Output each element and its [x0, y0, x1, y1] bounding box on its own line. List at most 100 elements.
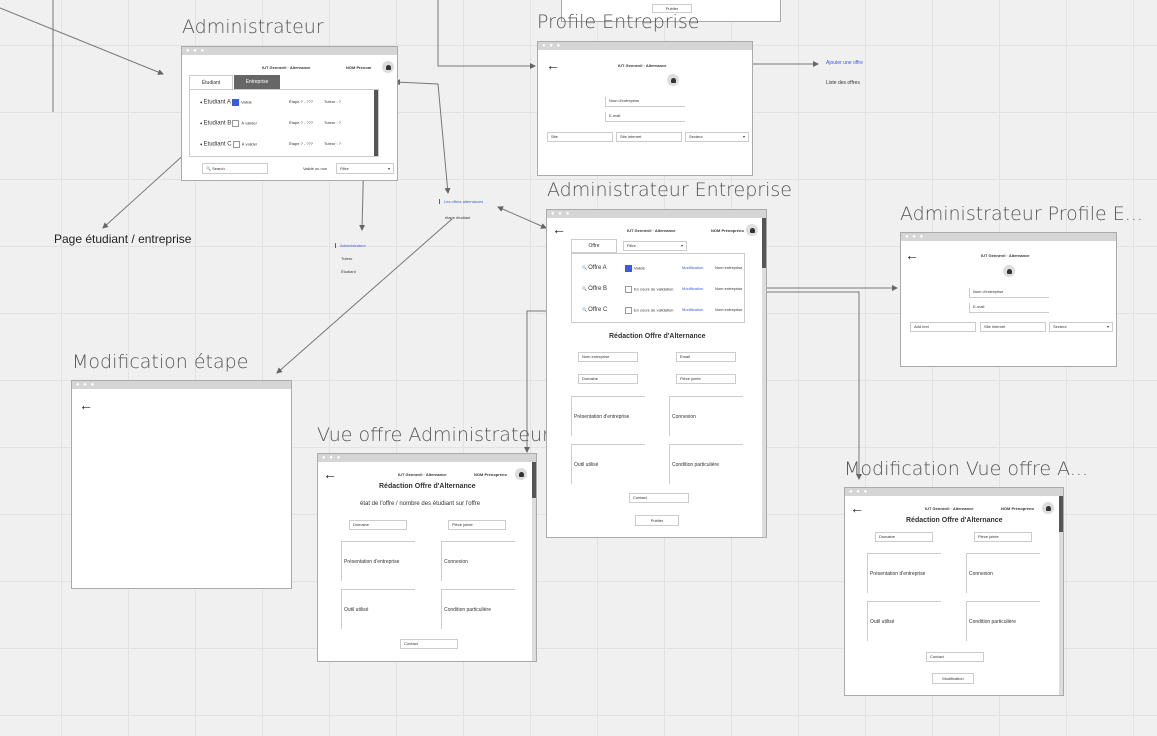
menu-etudiant[interactable]: Étudiant [341, 269, 356, 274]
avatar-icon[interactable] [382, 61, 394, 73]
site-internet-field[interactable]: Site internet [980, 322, 1046, 332]
presentation-entreprise-box[interactable]: Présentation d'entreprise [571, 396, 645, 436]
modification-link[interactable]: Modification [682, 265, 703, 270]
connexion-box[interactable]: Connexion [966, 553, 1040, 593]
back-arrow-icon[interactable]: ← [79, 398, 93, 412]
publier-button[interactable]: Publier [635, 515, 679, 526]
email-field[interactable]: E-mail [605, 112, 685, 122]
checkbox[interactable] [232, 141, 240, 148]
back-arrow-icon[interactable]: ← [323, 467, 337, 481]
scrollbar-thumb[interactable] [1059, 496, 1063, 532]
menu-administrateur[interactable]: Administrateur [335, 243, 366, 248]
student-name: Etudiant B [203, 120, 232, 127]
modification-button[interactable]: Modification [932, 673, 974, 684]
menu-tuteur[interactable]: Tuteur [341, 256, 352, 261]
filtre-select[interactable]: Filtre ▾ [623, 241, 687, 251]
title-administrateur-entreprise: Administrateur Entreprise [547, 179, 792, 201]
outil-utilise-box[interactable]: Outil utilisé [867, 601, 941, 641]
site-field[interactable]: Site [547, 132, 613, 142]
checkbox[interactable] [625, 265, 632, 272]
checkbox[interactable] [625, 307, 632, 314]
avatar-icon[interactable] [1042, 502, 1054, 514]
avatar-icon[interactable] [1003, 265, 1015, 277]
student-status: Validé [241, 99, 252, 105]
piece-jointe-field[interactable]: Pièce jointe [448, 520, 506, 530]
avatar-icon[interactable] [667, 74, 679, 86]
offer-row-a[interactable]: 🔍 Offre A Validé Modification Nom entrep… [582, 265, 752, 272]
scrollbar-thumb[interactable] [762, 218, 766, 268]
student-row-c[interactable]: ● Etudiant C À valider Étape ? - ??? Tut… [200, 141, 341, 148]
avatar-icon[interactable] [746, 224, 758, 236]
nom-entreprise-field[interactable]: Nom d'entreprise [605, 97, 685, 107]
ajouter-offre-link[interactable]: Ajouter une offre [826, 60, 863, 66]
domaine-field[interactable]: Domaine [578, 374, 638, 384]
student-name: Etudiant C [203, 141, 232, 148]
domaine-field[interactable]: Domaine [875, 532, 933, 542]
student-row-a[interactable]: ● Etudiant A Validé Étape ? - ??? Tuteur… [200, 99, 341, 106]
secteur-select[interactable]: Secteur ▾ [1049, 322, 1113, 332]
modification-etape-frame: ● ● ● ← [71, 380, 292, 589]
presentation-entreprise-box[interactable]: Présentation d'entreprise [341, 541, 415, 581]
list-scrollbar[interactable] [374, 90, 378, 156]
back-arrow-icon[interactable]: ← [905, 248, 919, 262]
outil-utilise-box[interactable]: Outil utilisé [571, 444, 645, 484]
email-field[interactable]: Email [676, 352, 736, 362]
condition-particuliere-box[interactable]: Condition particulière [669, 444, 743, 484]
add-text-field[interactable]: Add text [910, 322, 976, 332]
condition-particuliere-box[interactable]: Condition particulière [966, 601, 1040, 641]
student-name: Etudiant A [203, 99, 231, 106]
nom-entreprise-field[interactable]: Nom d'entreprise [969, 288, 1049, 298]
site-internet-field[interactable]: Site internet [616, 132, 682, 142]
back-arrow-icon[interactable]: ← [546, 58, 560, 72]
user-name: NOM Prénopréno [474, 472, 507, 477]
tab-offre[interactable]: Offre [571, 239, 617, 253]
page-etudiant-label: Page étudiant / entreprise [54, 232, 192, 246]
checkbox[interactable] [232, 99, 240, 106]
student-tuteur: Tuteur : ? [324, 120, 341, 125]
filtre-select[interactable]: Filtre ▾ [336, 163, 394, 174]
brand-label: IUT Gennevil · Alternance [262, 65, 311, 70]
contact-field[interactable]: Contact [629, 493, 689, 503]
tab-entreprise[interactable]: Entreprise [234, 75, 280, 89]
tab-etudiant[interactable]: Étudiant [189, 75, 233, 89]
presentation-entreprise-box[interactable]: Présentation d'entreprise [867, 553, 941, 593]
filtre-label: Filtre [340, 166, 349, 171]
student-tuteur: Tuteur : ? [324, 141, 341, 146]
piece-jointe-field[interactable]: Pièce jointe [974, 532, 1032, 542]
contact-field[interactable]: Contact [400, 639, 458, 649]
connexion-box[interactable]: Connexion [441, 541, 515, 581]
student-row-b[interactable]: ● Etudiant B À valider Étape ? - ??? Tut… [200, 120, 341, 127]
offer-row-b[interactable]: 🔍 Offre B En cours de validation Modific… [582, 286, 752, 293]
avatar-icon[interactable] [515, 468, 527, 480]
domaine-field[interactable]: Domaine [349, 520, 407, 530]
scrollbar-thumb[interactable] [532, 462, 536, 498]
contact-field[interactable]: Contact [926, 652, 984, 662]
brand-label: IUT Gennevil · Alternance [981, 253, 1030, 258]
offer-row-c[interactable]: 🔍 Offre C En cours de validation Modific… [582, 307, 752, 314]
etape-etudiant-label[interactable]: étape étudiant [445, 215, 470, 220]
email-field[interactable]: E-mail [969, 303, 1049, 313]
condition-particuliere-box[interactable]: Condition particulière [441, 589, 515, 629]
back-arrow-icon[interactable]: ← [850, 501, 864, 515]
user-name: NOM Prénom [346, 65, 372, 70]
liste-offres-label[interactable]: Liste des offres [826, 80, 860, 86]
connexion-box[interactable]: Connexion [669, 396, 743, 436]
window-bar: ● ● ● [182, 47, 397, 55]
checkbox[interactable] [232, 120, 240, 127]
modification-link[interactable]: Modification [682, 286, 703, 291]
title-administrateur-profile: Administrateur Profile E... [900, 203, 1143, 225]
search-input[interactable]: 🔍 Search [202, 163, 268, 174]
brand-label: IUT Gennevil · Alternance [627, 228, 676, 233]
student-etape: Étape ? - ??? [289, 120, 314, 125]
offer-entreprise: Nom entreprise [715, 265, 743, 270]
piece-jointe-field[interactable]: Pièce jointe [676, 374, 736, 384]
outil-utilise-box[interactable]: Outil utilisé [341, 589, 415, 629]
search-icon: 🔍 [582, 286, 587, 291]
offre-alternances-link[interactable]: Les offres alternances [439, 199, 483, 204]
secteur-select[interactable]: Secteur ▾ [685, 132, 749, 142]
offer-name: Offre B [588, 286, 608, 292]
modification-link[interactable]: Modification [682, 307, 703, 312]
back-arrow-icon[interactable]: ← [552, 222, 566, 236]
checkbox[interactable] [625, 286, 632, 293]
nom-entreprise-field[interactable]: Nom entreprise [578, 352, 638, 362]
